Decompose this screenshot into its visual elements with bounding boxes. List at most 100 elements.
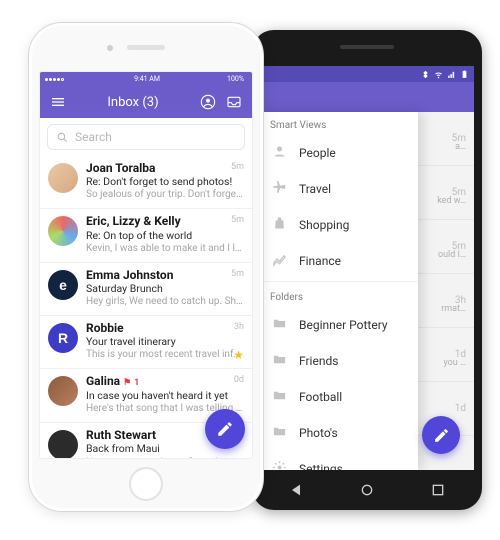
status-time: 9:41 AM [134, 75, 160, 83]
search-placeholder: Search [75, 130, 112, 144]
android-device: 5ma…5mked w…5mould I…3hrmat…1dyou …1d Sm… [252, 30, 482, 510]
menu-button[interactable] [48, 94, 68, 110]
mail-preview: This is your most recent travel informat… [86, 348, 244, 361]
drawer-folder-item[interactable]: Football [260, 379, 418, 415]
mail-row[interactable]: e Emma JohnstonSaturday BrunchHey girls, … [40, 263, 252, 316]
mail-subject: Your travel itinerary [86, 335, 244, 348]
drawer-item-label: Settings [299, 462, 343, 470]
drawer-item-label: Travel [299, 182, 331, 196]
mail-preview: ked w… [437, 196, 466, 206]
drawer-folder-item[interactable]: Friends [260, 343, 418, 379]
drawer-item-label: Photo's [299, 426, 338, 440]
ios-status-bar: 9:41 AM 100% [40, 72, 252, 86]
drawer-section-folders: Folders [260, 284, 418, 307]
mail-time: 0d [234, 375, 244, 385]
drawer-item-finance[interactable]: Finance [260, 243, 418, 279]
drawer-item-travel[interactable]: Travel [260, 171, 418, 207]
android-nav-keys [260, 470, 474, 510]
plane-icon [272, 180, 287, 198]
back-key-icon[interactable] [288, 482, 304, 498]
mail-preview: you … [443, 358, 466, 368]
mail-preview: rmat… [441, 304, 466, 314]
signal-icon [447, 70, 456, 79]
compose-fab[interactable] [205, 409, 245, 449]
battery-icon [460, 70, 469, 79]
avatar [48, 163, 78, 193]
mail-time: 5m [231, 269, 244, 279]
drawer-item-label: People [299, 146, 336, 160]
android-appbar [260, 82, 474, 112]
search-input[interactable]: Search [47, 124, 245, 150]
drawer-item-people[interactable]: People [260, 135, 418, 171]
mail-row[interactable]: Eric, Lizzy & KellyRe: On top of the wor… [40, 209, 252, 262]
home-button[interactable] [129, 467, 163, 501]
folder-icon [272, 388, 287, 406]
avatar [48, 430, 78, 459]
mail-sender: Eric, Lizzy & Kelly [86, 215, 244, 228]
drawer-folder-item[interactable]: Photo's [260, 415, 418, 451]
drawer-item-label: Football [299, 390, 342, 404]
signal-dots-icon [45, 78, 64, 81]
mail-time: 5m [231, 215, 244, 225]
drawer-item-shopping[interactable]: Shopping [260, 207, 418, 243]
mail-sender: Emma Johnston [86, 269, 244, 282]
mail-time: 3h [234, 322, 244, 332]
mail-row[interactable]: Joan ToralbaRe: Don't forget to send pho… [40, 156, 252, 209]
drawer-folder-item[interactable]: Beginner Pottery [260, 307, 418, 343]
bluetooth-icon [421, 70, 430, 79]
navigation-drawer: Smart Views PeopleTravelShoppingFinance … [260, 112, 418, 470]
compose-icon [216, 420, 234, 438]
inbox-icon [226, 94, 242, 110]
mail-row[interactable]: R RobbieYour travel itineraryThis is your… [40, 316, 252, 369]
iphone-device: 9:41 AM 100% Inbox (3) Search Joan [28, 22, 264, 512]
account-circle-icon [200, 94, 216, 110]
mail-subject: Re: On top of the world [86, 229, 244, 242]
drawer-section-smart-views: Smart Views [260, 112, 418, 135]
iphone-screen: 9:41 AM 100% Inbox (3) Search Joan [39, 71, 253, 459]
mail-sender: Robbie [86, 322, 244, 335]
avatar [48, 216, 78, 246]
iphone-speaker [127, 45, 165, 50]
mail-preview: Hey girls, We need to catch up. Should I… [86, 295, 244, 308]
home-key-icon[interactable] [359, 482, 375, 498]
mail-time: 1d [455, 403, 466, 414]
hamburger-icon [50, 94, 66, 110]
mail-preview: ould I… [438, 250, 466, 260]
drawer-item-label: Friends [299, 354, 338, 368]
mail-subject: Saturday Brunch [86, 282, 244, 295]
compose-fab[interactable] [422, 416, 460, 454]
inbox-button[interactable] [224, 94, 244, 110]
status-battery-pct: 100% [227, 75, 244, 83]
mail-time: 5m [231, 162, 244, 172]
navbar-title: Inbox (3) [74, 95, 192, 110]
avatar: e [48, 270, 78, 300]
wifi-icon [434, 70, 443, 79]
account-button[interactable] [198, 94, 218, 110]
folder-icon [272, 352, 287, 370]
compose-icon [433, 427, 450, 444]
mail-sender: Galina ⚑ 1 [86, 375, 244, 389]
android-speaker [340, 45, 394, 49]
folder-icon [272, 424, 287, 442]
drawer-divider [260, 281, 418, 282]
android-screen: 5ma…5mked w…5mould I…3hrmat…1dyou …1d Sm… [260, 66, 474, 470]
recent-key-icon[interactable] [430, 482, 446, 498]
drawer-item-label: Shopping [299, 218, 349, 232]
iphone-camera [107, 45, 113, 51]
search-icon [56, 131, 69, 144]
star-icon[interactable]: ★ [233, 348, 244, 362]
drawer-item-label: Finance [299, 254, 341, 268]
chart-icon [272, 252, 287, 270]
person-icon [272, 144, 287, 162]
mail-preview: a… [455, 142, 466, 152]
mail-preview: So jealous of your trip. Don't forget to… [86, 188, 244, 201]
mail-sender: Joan Toralba [86, 162, 244, 175]
ios-navbar: Inbox (3) [40, 86, 252, 118]
bag-icon [272, 216, 287, 234]
drawer-item-label: Beginner Pottery [299, 318, 388, 332]
avatar: R [48, 323, 78, 353]
mail-preview: Kevin, I was able to make it and I liked… [86, 242, 244, 255]
drawer-folder-item[interactable]: Settings [260, 451, 418, 470]
android-status-bar [260, 66, 474, 82]
mail-subject: In case you haven't heard it yet [86, 389, 244, 402]
